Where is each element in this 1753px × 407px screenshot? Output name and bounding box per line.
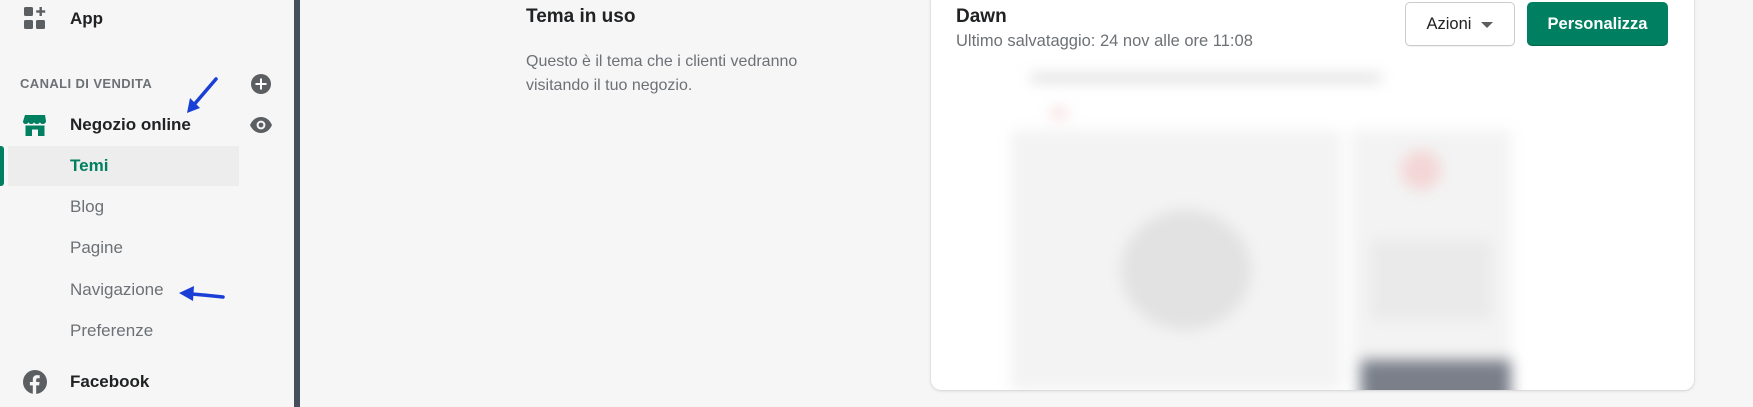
storefront-icon [0,113,70,137]
section-title: Tema in uso [526,6,636,27]
sidebar-item-preferences[interactable]: Preferenze [8,311,239,351]
facebook-icon [0,369,70,395]
theme-last-saved: Ultimo salvataggio: 24 nov alle ore 11:0… [956,32,1253,50]
caret-down-icon [1481,22,1494,28]
sidebar: App CANALI DI VENDITA Negozio online Tem… [0,0,294,407]
active-indicator [0,146,4,186]
annotation-arrow-icon [187,77,218,113]
customize-button[interactable]: Personalizza [1527,2,1668,46]
sidebar-item-apps[interactable]: App [0,2,103,36]
annotation-arrow-icon [179,286,225,301]
sidebar-item-label: Negozio online [70,115,191,134]
theme-preview-image [1011,60,1611,390]
sidebar-divider [294,0,300,407]
section-description: Questo è il tema che i clienti vedranno … [526,53,798,94]
sidebar-item-themes[interactable]: Temi [8,146,239,186]
plus-circle-icon[interactable] [250,73,272,95]
sidebar-item-pages[interactable]: Pagine [8,228,239,268]
sidebar-item-facebook[interactable]: Facebook [0,365,149,399]
sidebar-item-label: Facebook [70,372,150,391]
apps-grid-icon [0,7,70,31]
sales-channels-heading: CANALI DI VENDITA [20,76,153,91]
sidebar-item-online-store[interactable]: Negozio online [0,110,191,140]
current-theme-card: Dawn Ultimo salvataggio: 24 nov alle ore… [931,0,1694,390]
theme-name: Dawn [956,6,1007,27]
eye-icon[interactable] [249,114,273,136]
actions-button-label: Azioni [1426,14,1472,33]
sidebar-item-blog[interactable]: Blog [8,187,239,227]
actions-button[interactable]: Azioni [1405,2,1515,46]
sidebar-item-label: App [70,9,104,28]
